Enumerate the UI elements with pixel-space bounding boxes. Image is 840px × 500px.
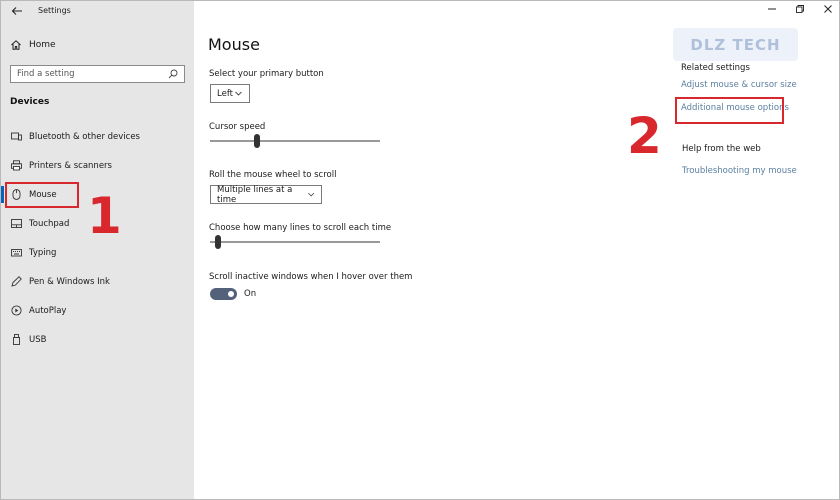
section-label-devices: Devices [10,97,50,107]
inactive-scroll-toggle[interactable] [210,288,237,300]
close-icon[interactable] [823,4,833,14]
primary-button-dropdown[interactable]: Left [210,84,250,103]
slider-track [210,241,380,243]
help-from-web-title: Help from the web [682,144,761,154]
primary-button-label: Select your primary button [209,69,324,79]
inactive-scroll-label: Scroll inactive windows when I hover ove… [209,272,413,282]
step-1-label: 1 [87,187,122,245]
sidebar-item-pen[interactable]: Pen & Windows Ink [1,267,194,296]
restore-icon[interactable] [795,4,805,14]
search-box[interactable] [10,65,185,83]
primary-button-value: Left [217,88,233,99]
cursor-speed-slider[interactable] [210,134,380,148]
sidebar-item-bluetooth[interactable]: Bluetooth & other devices [1,122,194,151]
toggle-knob [228,291,234,297]
related-settings-title: Related settings [681,63,750,73]
usb-icon [13,334,20,345]
cursor-speed-label: Cursor speed [209,122,266,132]
home-label: Home [29,40,56,50]
window-controls [767,4,833,14]
adjust-mouse-cursor-size-link[interactable]: Adjust mouse & cursor size [681,80,797,90]
troubleshooting-mouse-link[interactable]: Troubleshooting my mouse [682,166,797,176]
sidebar-item-label: Printers & scanners [29,160,112,171]
lines-to-scroll-label: Choose how many lines to scroll each tim… [209,223,392,233]
lines-to-scroll-slider[interactable] [210,235,380,249]
sidebar-item-label: AutoPlay [29,305,67,316]
scroll-wheel-label: Roll the mouse wheel to scroll [209,170,337,180]
sidebar-item-label: Bluetooth & other devices [29,131,140,142]
page-title: Mouse [208,35,260,54]
sidebar-item-label: Mouse [29,189,57,200]
sidebar-item-label: Typing [29,247,57,258]
back-arrow-icon[interactable] [11,5,23,17]
sidebar-item-usb[interactable]: USB [1,325,194,354]
keyboard-icon [11,249,22,257]
scroll-wheel-dropdown[interactable]: Multiple lines at a time [210,184,322,205]
chevron-down-icon [235,91,242,96]
scroll-wheel-value: Multiple lines at a time [217,184,293,205]
sidebar-item-label: Pen & Windows Ink [29,276,110,287]
title-bar: Settings [1,1,194,23]
sidebar-item-label: USB [29,334,47,345]
search-icon[interactable] [168,69,178,79]
slider-thumb[interactable] [215,235,221,249]
slider-thumb[interactable] [254,134,260,148]
printer-icon [11,160,22,171]
inactive-scroll-state: On [244,289,257,299]
sidebar: Settings Home Devices Bluetooth & other [1,1,194,499]
slider-track [210,140,380,142]
minimize-icon[interactable] [767,4,777,14]
chevron-down-icon [307,192,314,197]
autoplay-icon [11,305,22,316]
settings-window: Settings Home Devices Bluetooth & other [0,0,840,500]
home-icon [11,40,21,50]
sidebar-item-autoplay[interactable]: AutoPlay [1,296,194,325]
mouse-icon [12,189,21,200]
app-title: Settings [38,6,71,15]
sidebar-item-printers[interactable]: Printers & scanners [1,151,194,180]
touchpad-icon [11,219,22,228]
step-2-label: 2 [627,107,662,165]
additional-mouse-options-link[interactable]: Additional mouse options [681,103,789,113]
home-nav-item[interactable]: Home [10,39,56,51]
search-input[interactable] [17,69,168,79]
watermark-logo: DLZ TECH [673,28,798,61]
bluetooth-devices-icon [11,132,22,141]
main-content: Mouse Select your primary button Left Cu… [194,1,839,499]
sidebar-item-label: Touchpad [29,218,70,229]
pen-icon [11,276,22,287]
